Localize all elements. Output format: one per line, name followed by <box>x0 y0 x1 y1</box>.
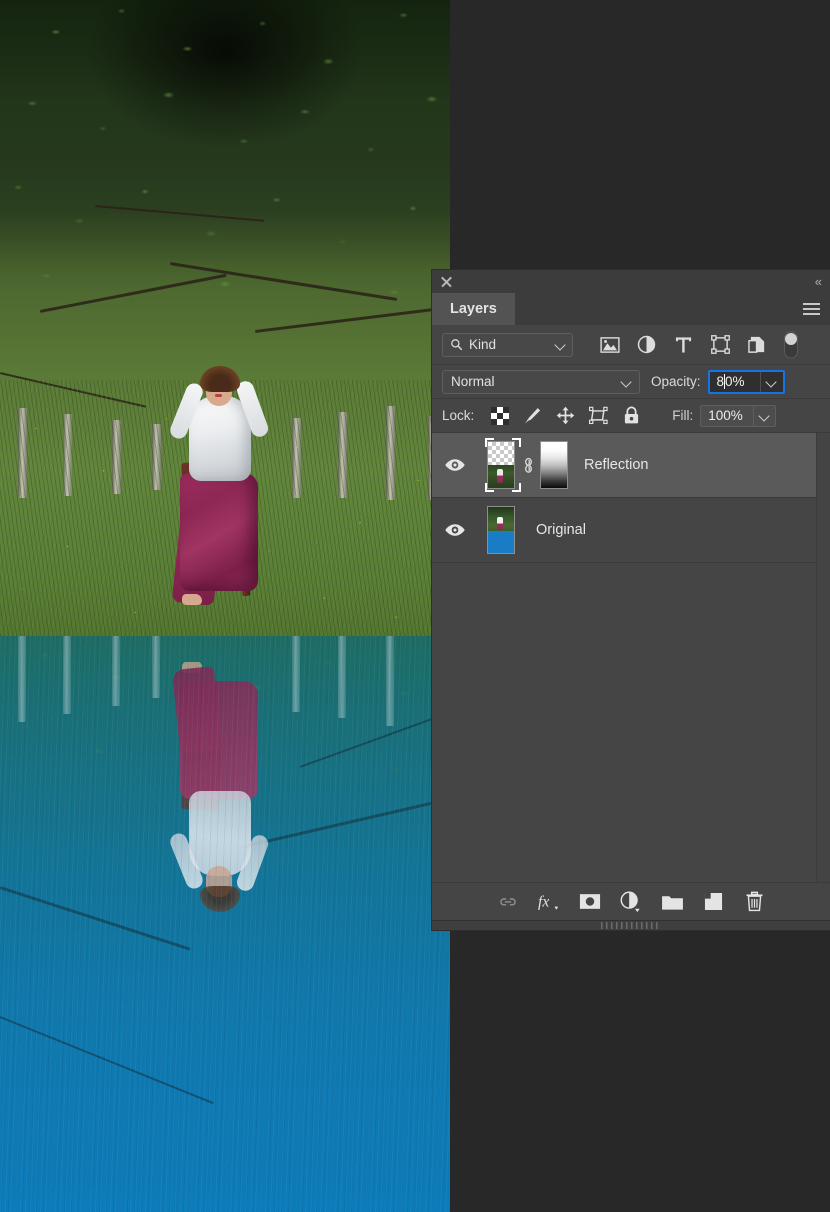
filter-shape-layers-icon[interactable] <box>702 330 739 360</box>
thumbnail-image-bottom <box>488 531 514 553</box>
chevron-down-icon <box>767 377 776 386</box>
filter-type-layers-icon[interactable] <box>665 330 702 360</box>
fill-control[interactable]: 100% <box>700 405 776 427</box>
opacity-dropdown-arrow[interactable] <box>760 372 783 392</box>
thumbnail-image-top <box>488 507 514 531</box>
close-icon[interactable] <box>440 275 453 288</box>
link-layers-button[interactable] <box>488 887 529 917</box>
filter-adjustment-layers-icon[interactable] <box>628 330 665 360</box>
half-circle-icon <box>620 891 642 913</box>
tab-layers[interactable]: Layers <box>432 293 515 325</box>
chevron-down-icon <box>622 377 631 386</box>
opacity-value-pre-caret: 8 <box>717 374 725 389</box>
layer-mask-icon <box>579 893 601 910</box>
opacity-input[interactable]: 80% <box>710 372 760 392</box>
blend-mode-value: Normal <box>451 374 622 389</box>
layer-visibility-toggle[interactable] <box>432 498 478 562</box>
thumbnail-image-content <box>488 465 514 488</box>
new-layer-icon <box>704 892 723 911</box>
new-group-button[interactable] <box>652 887 693 917</box>
filter-enable-toggle[interactable] <box>782 330 799 360</box>
panel-menu-icon[interactable] <box>803 303 820 315</box>
search-icon <box>450 338 463 351</box>
panel-titlebar: « <box>432 270 830 293</box>
model-lips <box>215 394 222 397</box>
lock-fill-row: Lock: <box>432 399 830 433</box>
water-ripple-texture <box>0 636 450 1212</box>
lock-all-icon[interactable] <box>615 402 648 430</box>
lock-transparent-pixels-icon[interactable] <box>483 402 516 430</box>
layer-thumbnail[interactable] <box>487 506 515 554</box>
model-blouse <box>189 396 251 481</box>
layer-thumbnail-wrap[interactable] <box>482 438 520 492</box>
filter-pixel-layers-icon[interactable] <box>591 330 628 360</box>
layer-thumbnails <box>478 503 520 557</box>
table-row[interactable]: Reflection <box>432 433 830 498</box>
new-adjustment-layer-button[interactable] <box>611 887 652 917</box>
filter-smart-objects-icon[interactable] <box>739 330 776 360</box>
foliage-texture <box>0 0 450 410</box>
document-canvas[interactable] <box>0 0 450 1212</box>
layer-filter-row: Kind <box>432 325 830 365</box>
model-foot <box>182 594 202 605</box>
fill-input[interactable]: 100% <box>701 406 753 426</box>
eye-icon <box>444 458 466 472</box>
fill-label: Fill: <box>672 408 693 423</box>
folder-icon <box>661 893 684 911</box>
trash-icon <box>745 891 764 912</box>
transparency-checkerboard <box>488 442 514 465</box>
filter-type-icons <box>591 330 776 360</box>
lock-position-icon[interactable] <box>549 402 582 430</box>
tab-layers-label: Layers <box>450 301 497 317</box>
eye-icon <box>444 523 466 537</box>
opacity-control[interactable]: 80% <box>708 370 785 394</box>
link-icon <box>498 896 518 908</box>
canvas-reflection-half <box>0 636 450 1212</box>
delete-layer-button[interactable] <box>734 887 775 917</box>
fill-dropdown-arrow[interactable] <box>753 406 775 426</box>
layer-name[interactable]: Reflection <box>584 457 648 473</box>
table-row[interactable]: Original <box>432 498 830 563</box>
panel-resize-grip[interactable] <box>432 920 830 930</box>
lock-icons <box>483 402 648 430</box>
chevron-down-icon <box>760 411 769 420</box>
filter-kind-label: Kind <box>469 337 550 352</box>
panel-tabbar: Layers <box>432 293 830 325</box>
layer-style-button[interactable]: fx <box>529 887 570 917</box>
photoshop-window: « Layers Kind <box>0 0 830 1212</box>
lock-artboard-nesting-icon[interactable] <box>582 402 615 430</box>
chevron-down-icon <box>556 340 565 349</box>
canvas-original-half <box>0 0 450 636</box>
layer-name[interactable]: Original <box>536 522 586 538</box>
new-layer-button[interactable] <box>693 887 734 917</box>
layer-list-scrollbar[interactable] <box>816 433 830 882</box>
layer-thumbnail-wrap[interactable] <box>482 503 520 557</box>
model-hair <box>200 366 240 392</box>
panel-footer: fx <box>432 882 830 920</box>
opacity-label: Opacity: <box>651 374 701 389</box>
filter-kind-select[interactable]: Kind <box>442 333 573 357</box>
collapse-panel-icon[interactable]: « <box>815 275 821 288</box>
layer-visibility-toggle[interactable] <box>432 433 478 497</box>
layers-panel: « Layers Kind <box>432 270 830 930</box>
blend-mode-select[interactable]: Normal <box>442 370 640 394</box>
add-layer-mask-button[interactable] <box>570 887 611 917</box>
lock-image-pixels-icon[interactable] <box>516 402 549 430</box>
layer-thumbnails <box>478 438 568 492</box>
svg-text:fx: fx <box>538 893 549 910</box>
panel-body: Kind <box>432 325 830 930</box>
blend-opacity-row: Normal Opacity: 80% <box>432 365 830 399</box>
text-caret <box>724 374 725 389</box>
lock-label: Lock: <box>442 408 474 423</box>
layer-list[interactable]: Reflection <box>432 433 830 882</box>
fx-icon: fx <box>537 891 561 913</box>
layer-mask-thumbnail[interactable] <box>540 441 568 489</box>
tabbar-empty-space <box>515 293 830 325</box>
layer-thumbnail[interactable] <box>487 441 515 489</box>
mask-link-icon[interactable] <box>520 457 536 474</box>
opacity-value-post-caret: 0% <box>725 374 745 389</box>
model-trousers <box>180 473 258 591</box>
